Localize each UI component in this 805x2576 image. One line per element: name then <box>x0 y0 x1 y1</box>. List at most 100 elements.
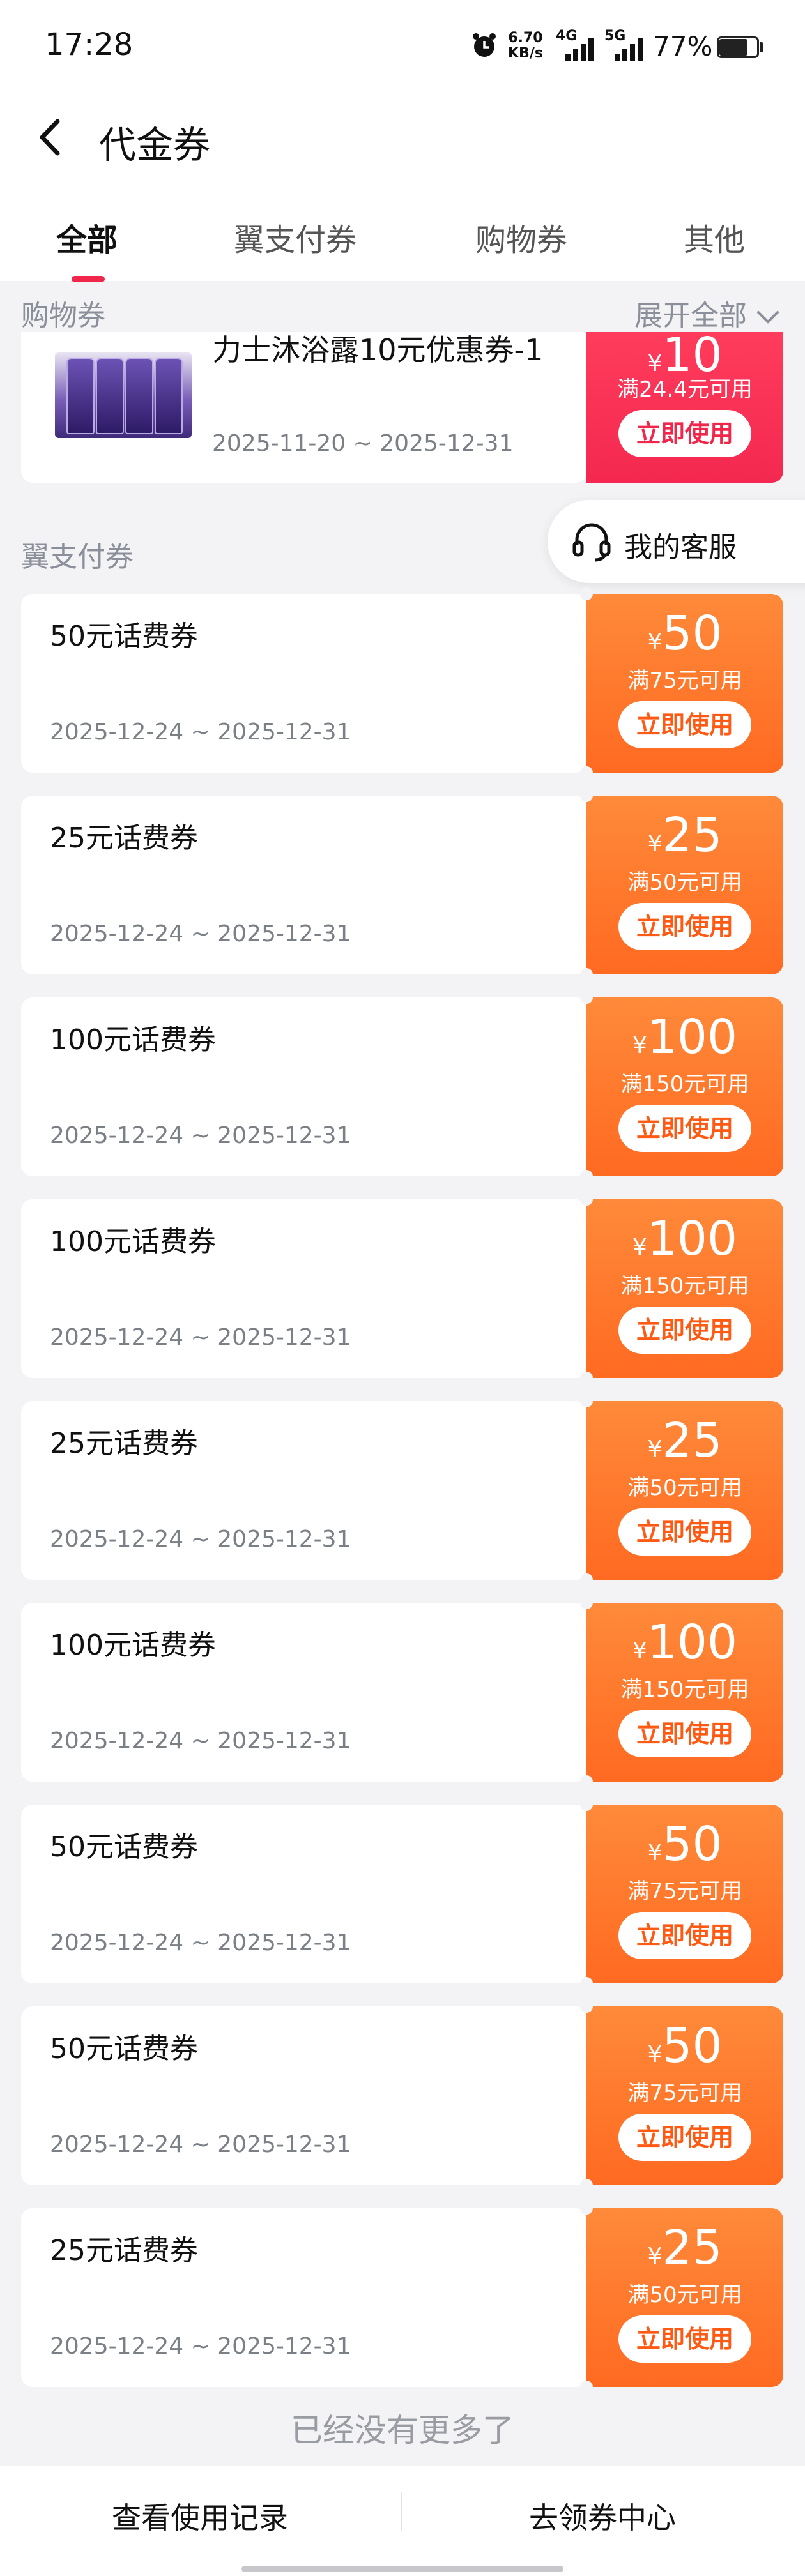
alarm-icon <box>473 33 496 57</box>
voucher-condition: 满150元可用 <box>620 1273 749 1299</box>
currency-symbol: ¥ <box>647 2243 663 2269</box>
use-now-button[interactable]: 立即使用 <box>618 701 751 748</box>
voucher-amount: ¥100 <box>586 1010 783 1064</box>
voucher-notch <box>580 1977 593 1990</box>
voucher-value-panel: ¥50 满75元可用立即使用 <box>580 1798 783 1990</box>
voucher-date: 2025-11-20 ~ 2025-12-31 <box>212 430 514 457</box>
voucher-notch <box>580 1775 593 1788</box>
coupon-center-button[interactable]: 去领券中心 <box>529 2495 676 2537</box>
network-speed-value: 6.70 <box>508 30 543 46</box>
voucher-notch <box>580 587 593 600</box>
voucher-condition: 满50元可用 <box>627 870 742 895</box>
voucher-notch <box>580 968 593 981</box>
voucher-value-panel: ¥100 满150元可用 立即使用 <box>580 991 783 1183</box>
voucher-title: 50元话费券 <box>50 2033 198 2065</box>
network-speed: 6.70 KB/s <box>508 31 543 61</box>
voucher-date: 2025-12-24 ~ 2025-12-31 <box>50 1324 351 1351</box>
tab-active-indicator <box>72 276 105 282</box>
use-now-button[interactable]: 立即使用 <box>618 903 751 950</box>
voucher-condition: 满75元可用 <box>627 668 742 693</box>
voucher-date: 2025-12-24 ~ 2025-12-31 <box>50 2333 351 2360</box>
amount-value: 25 <box>662 808 723 863</box>
use-now-button[interactable]: 立即使用 <box>618 1307 751 1354</box>
voucher-amount: ¥50 <box>586 607 783 660</box>
voucher-condition: 满50元可用 <box>627 1475 742 1501</box>
voucher-notch <box>580 2381 593 2393</box>
voucher-notch <box>580 2202 593 2215</box>
currency-symbol: ¥ <box>632 1638 647 1664</box>
voucher-condition: 满75元可用 <box>627 1879 742 1904</box>
voucher-condition: 满150元可用 <box>620 1677 749 1702</box>
use-now-button[interactable]: 立即使用 <box>618 1912 751 1959</box>
amount-value: 100 <box>647 1211 738 1266</box>
amount-value: 25 <box>662 1413 723 1468</box>
voucher-amount: ¥25 <box>586 1414 783 1467</box>
amount-value: 100 <box>647 1010 738 1064</box>
voucher-date: 2025-12-24 ~ 2025-12-31 <box>50 1123 351 1149</box>
bottom-bar: 查看使用记录 去领券中心 <box>0 2466 805 2576</box>
voucher-notch <box>580 2179 593 2192</box>
view-usage-history-button[interactable]: 查看使用记录 <box>112 2495 288 2537</box>
use-now-button[interactable]: 立即使用 <box>618 2114 751 2161</box>
tab-all[interactable]: 全部 <box>56 215 118 259</box>
currency-symbol: ¥ <box>632 1234 647 1261</box>
voucher-notch <box>580 1596 593 1609</box>
currency-symbol: ¥ <box>647 831 663 857</box>
home-indicator <box>241 2566 564 2572</box>
use-now-button[interactable]: 立即使用 <box>618 1508 751 1556</box>
voucher-notch <box>580 1372 593 1384</box>
voucher-value-panel: ¥25 满50元可用立即使用 <box>580 1395 783 1586</box>
voucher-amount: ¥100 <box>586 1212 783 1266</box>
network-speed-unit: KB/s <box>508 45 543 61</box>
status-time: 17:28 <box>45 27 134 63</box>
voucher-amount: ¥25 <box>586 808 783 862</box>
voucher-amount: ¥25 <box>586 2221 783 2275</box>
currency-symbol: ¥ <box>647 2042 663 2068</box>
voucher-amount: ¥50 <box>586 1817 783 1871</box>
voucher-title: 50元话费券 <box>50 620 198 653</box>
use-now-button[interactable]: 立即使用 <box>618 410 751 457</box>
voucher-title: 25元话费券 <box>50 1427 198 1460</box>
voucher-notch <box>580 1170 593 1183</box>
battery-level <box>719 39 747 56</box>
voucher-value-panel: ¥25 满50元可用立即使用 <box>580 789 783 981</box>
voucher-value-panel: ¥100 满150元可用立即使用 <box>580 1596 783 1788</box>
customer-service-button[interactable]: 我的客服 <box>548 500 805 583</box>
amount-value: 100 <box>647 1615 738 1670</box>
voucher-title: 100元话费券 <box>50 1629 216 1662</box>
voucher-date: 2025-12-24 ~ 2025-12-31 <box>50 2132 351 2158</box>
voucher-value-panel: ¥25 满50元可用立即使用 <box>580 2202 783 2393</box>
voucher-condition: 满75元可用 <box>627 2080 742 2106</box>
voucher-notch <box>580 1573 593 1586</box>
bottom-divider <box>401 2492 402 2531</box>
voucher-title: 力士沐浴露10元优惠券-1 <box>212 333 544 367</box>
headset-icon <box>572 523 611 562</box>
voucher-condition: 满50元可用 <box>627 2282 742 2308</box>
tab-shopping[interactable]: 购物券 <box>475 215 567 259</box>
voucher-condition: 满24.4元可用 <box>617 377 753 402</box>
use-now-button[interactable]: 立即使用 <box>618 1105 751 1152</box>
use-now-button[interactable]: 立即使用 <box>618 2315 751 2363</box>
voucher-date: 2025-12-24 ~ 2025-12-31 <box>50 1728 351 1754</box>
voucher-notch <box>580 1395 593 1407</box>
voucher-date: 2025-12-24 ~ 2025-12-31 <box>50 719 351 745</box>
back-arrow-icon[interactable] <box>32 115 70 160</box>
tab-yzf[interactable]: 翼支付券 <box>234 215 356 259</box>
tab-other[interactable]: 其他 <box>684 215 745 259</box>
voucher-amount: ¥50 <box>586 2019 783 2073</box>
amount-value: 50 <box>662 606 723 661</box>
chevron-down-icon <box>757 311 779 324</box>
status-bar: 17:28 6.70 KB/s 4G 5G 77% <box>0 0 805 96</box>
amount-value: 50 <box>662 1817 723 1872</box>
voucher-notch <box>580 1193 593 1206</box>
use-now-button[interactable]: 立即使用 <box>618 1710 751 1757</box>
voucher-title: 25元话费券 <box>50 2234 198 2267</box>
signal-icon-1 <box>565 38 594 61</box>
voucher-date: 2025-12-24 ~ 2025-12-31 <box>50 1930 351 1956</box>
voucher-title: 50元话费券 <box>50 1831 198 1863</box>
voucher-notch <box>580 991 593 1004</box>
voucher-notch <box>580 766 593 779</box>
page-title: 代金券 <box>99 123 211 167</box>
battery-percent: 77% <box>653 31 713 62</box>
currency-symbol: ¥ <box>647 1840 663 1866</box>
